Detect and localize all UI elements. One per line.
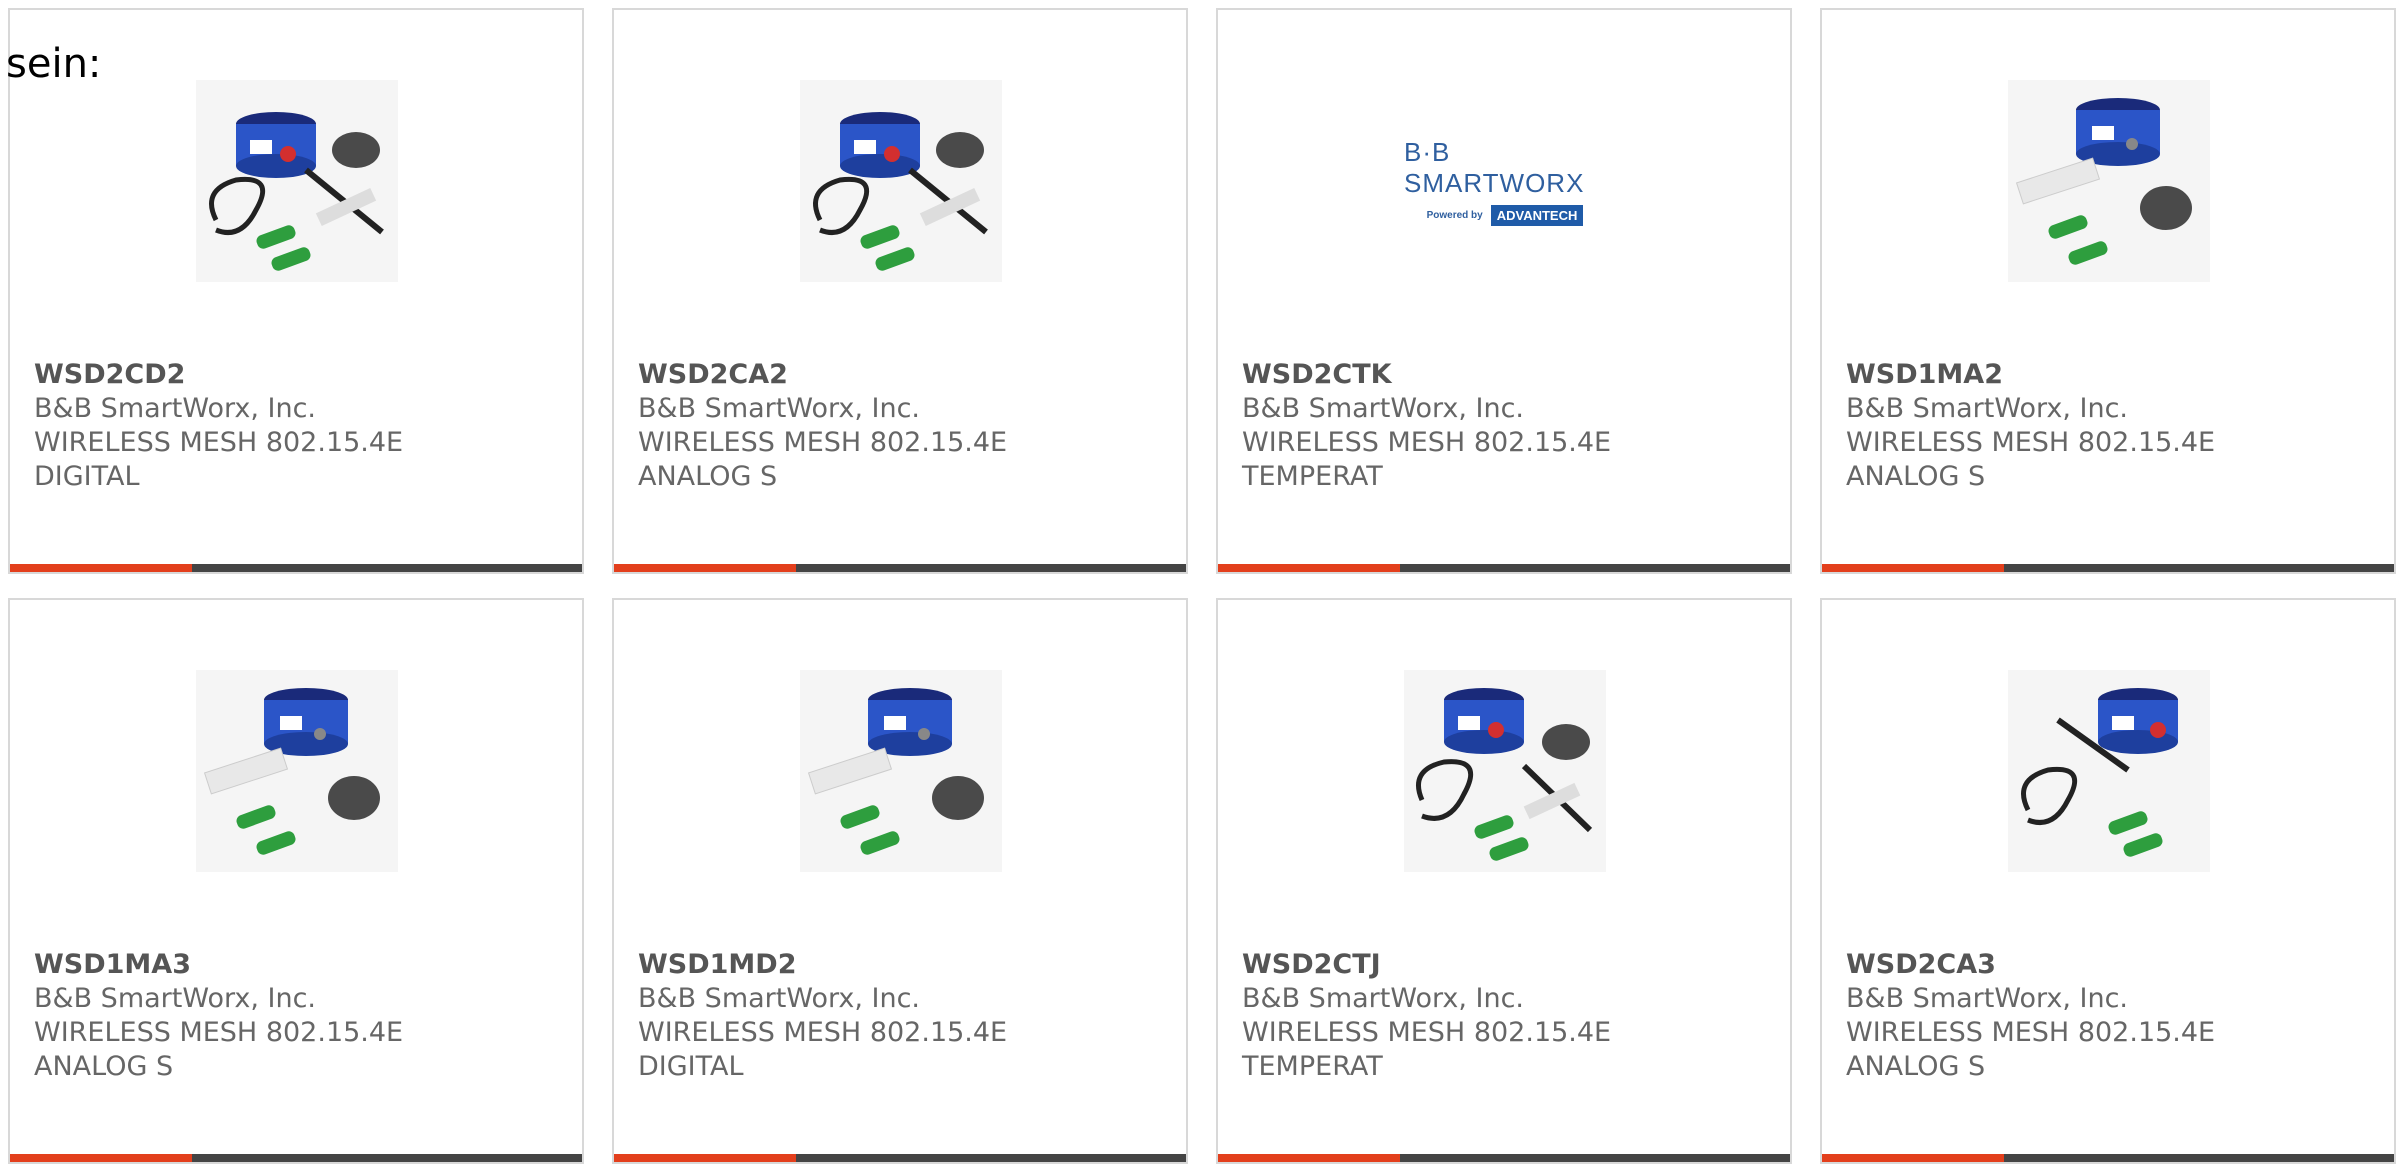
sensor-kit-antenna-icon xyxy=(800,80,1002,282)
product-card[interactable]: WSD1MD2 B&B SmartWorx, Inc. WIRELESS MES… xyxy=(612,598,1188,1164)
card-bottom-bar xyxy=(1822,564,2394,572)
sensor-kit-antenna-icon xyxy=(196,80,398,282)
card-accent-bar xyxy=(10,564,192,572)
product-image[interactable] xyxy=(800,670,1002,872)
product-image[interactable] xyxy=(196,80,398,282)
description-line-1: WIRELESS MESH 802.15.4E xyxy=(1242,1017,1612,1048)
bb-smartworx-logo: B·B SMARTWORX Powered by ADVANTECH xyxy=(1404,80,1606,282)
intro-text: sein: xyxy=(6,41,102,87)
product-grid: WSD2CD2 B&B SmartWorx, Inc. WIRELESS MES… xyxy=(0,0,2400,1164)
card-bottom-bar xyxy=(1218,564,1790,572)
product-info: WSD2CTJ B&B SmartWorx, Inc. WIRELESS MES… xyxy=(1242,948,1770,1084)
product-image[interactable] xyxy=(2008,80,2210,282)
product-card[interactable]: WSD1MA3 B&B SmartWorx, Inc. WIRELESS MES… xyxy=(8,598,584,1164)
description-line-2: TEMPERAT xyxy=(1242,461,1383,492)
sensor-kit-icon xyxy=(196,670,398,872)
sensor-kit-antenna-icon xyxy=(1404,670,1606,872)
manufacturer: B&B SmartWorx, Inc. xyxy=(34,393,317,424)
manufacturer: B&B SmartWorx, Inc. xyxy=(638,393,921,424)
manufacturer: B&B SmartWorx, Inc. xyxy=(1846,983,2129,1014)
product-card[interactable]: WSD2CA3 B&B SmartWorx, Inc. WIRELESS MES… xyxy=(1820,598,2396,1164)
product-image[interactable] xyxy=(196,670,398,872)
product-image[interactable] xyxy=(2008,670,2210,872)
description-line-1: WIRELESS MESH 802.15.4E xyxy=(34,427,404,458)
product-info: WSD1MA3 B&B SmartWorx, Inc. WIRELESS MES… xyxy=(34,948,562,1084)
product-image[interactable]: B·B SMARTWORX Powered by ADVANTECH xyxy=(1404,80,1606,282)
product-card[interactable]: B·B SMARTWORX Powered by ADVANTECH WSD2C… xyxy=(1216,8,1792,574)
description-line-2: ANALOG S xyxy=(1846,461,1986,492)
sensor-kit-antenna-icon xyxy=(2008,670,2210,872)
description-line-1: WIRELESS MESH 802.15.4E xyxy=(638,1017,1008,1048)
product-info: WSD2CA2 B&B SmartWorx, Inc. WIRELESS MES… xyxy=(638,358,1166,494)
manufacturer: B&B SmartWorx, Inc. xyxy=(638,983,921,1014)
product-card[interactable]: WSD2CTJ B&B SmartWorx, Inc. WIRELESS MES… xyxy=(1216,598,1792,1164)
description-line-1: WIRELESS MESH 802.15.4E xyxy=(1846,427,2216,458)
product-image[interactable] xyxy=(1404,670,1606,872)
manufacturer: B&B SmartWorx, Inc. xyxy=(1242,393,1525,424)
product-card[interactable]: WSD1MA2 B&B SmartWorx, Inc. WIRELESS MES… xyxy=(1820,8,2396,574)
manufacturer: B&B SmartWorx, Inc. xyxy=(1846,393,2129,424)
description-line-2: ANALOG S xyxy=(1846,1051,1986,1082)
description-line-2: DIGITAL xyxy=(638,1051,744,1082)
description-line-2: TEMPERAT xyxy=(1242,1051,1383,1082)
product-image[interactable] xyxy=(800,80,1002,282)
product-card[interactable]: WSD2CD2 B&B SmartWorx, Inc. WIRELESS MES… xyxy=(8,8,584,574)
description-line-2: ANALOG S xyxy=(638,461,778,492)
logo-powered-by: Powered by ADVANTECH xyxy=(1426,204,1584,226)
product-info: WSD2CD2 B&B SmartWorx, Inc. WIRELESS MES… xyxy=(34,358,562,494)
sensor-kit-icon xyxy=(2008,80,2210,282)
part-number[interactable]: WSD2CTK xyxy=(1242,358,1770,392)
part-number[interactable]: WSD2CA2 xyxy=(638,358,1166,392)
description-line-2: ANALOG S xyxy=(34,1051,174,1082)
description-line-1: WIRELESS MESH 802.15.4E xyxy=(638,427,1008,458)
part-number[interactable]: WSD1MD2 xyxy=(638,948,1166,982)
card-accent-bar xyxy=(1822,564,2004,572)
card-bottom-bar xyxy=(10,564,582,572)
card-accent-bar xyxy=(1218,564,1400,572)
logo-powered-label: Powered by xyxy=(1426,209,1483,221)
manufacturer: B&B SmartWorx, Inc. xyxy=(34,983,317,1014)
card-accent-bar xyxy=(614,564,796,572)
manufacturer: B&B SmartWorx, Inc. xyxy=(1242,983,1525,1014)
description-line-2: DIGITAL xyxy=(34,461,140,492)
card-bottom-bar xyxy=(614,564,1186,572)
product-info: WSD2CA3 B&B SmartWorx, Inc. WIRELESS MES… xyxy=(1846,948,2374,1084)
product-info: WSD1MD2 B&B SmartWorx, Inc. WIRELESS MES… xyxy=(638,948,1166,1084)
part-number[interactable]: WSD1MA3 xyxy=(34,948,562,982)
description-line-1: WIRELESS MESH 802.15.4E xyxy=(1846,1017,2216,1048)
part-number[interactable]: WSD1MA2 xyxy=(1846,358,2374,392)
description-line-1: WIRELESS MESH 802.15.4E xyxy=(1242,427,1612,458)
logo-brand: B·B SMARTWORX xyxy=(1404,136,1585,198)
product-info: WSD2CTK B&B SmartWorx, Inc. WIRELESS MES… xyxy=(1242,358,1770,494)
product-card[interactable]: WSD2CA2 B&B SmartWorx, Inc. WIRELESS MES… xyxy=(612,8,1188,574)
product-info: WSD1MA2 B&B SmartWorx, Inc. WIRELESS MES… xyxy=(1846,358,2374,494)
sensor-kit-icon xyxy=(800,670,1002,872)
logo-advantech: ADVANTECH xyxy=(1490,204,1584,226)
description-line-1: WIRELESS MESH 802.15.4E xyxy=(34,1017,404,1048)
part-number[interactable]: WSD2CTJ xyxy=(1242,948,1770,982)
part-number[interactable]: WSD2CD2 xyxy=(34,358,562,392)
part-number[interactable]: WSD2CA3 xyxy=(1846,948,2374,982)
